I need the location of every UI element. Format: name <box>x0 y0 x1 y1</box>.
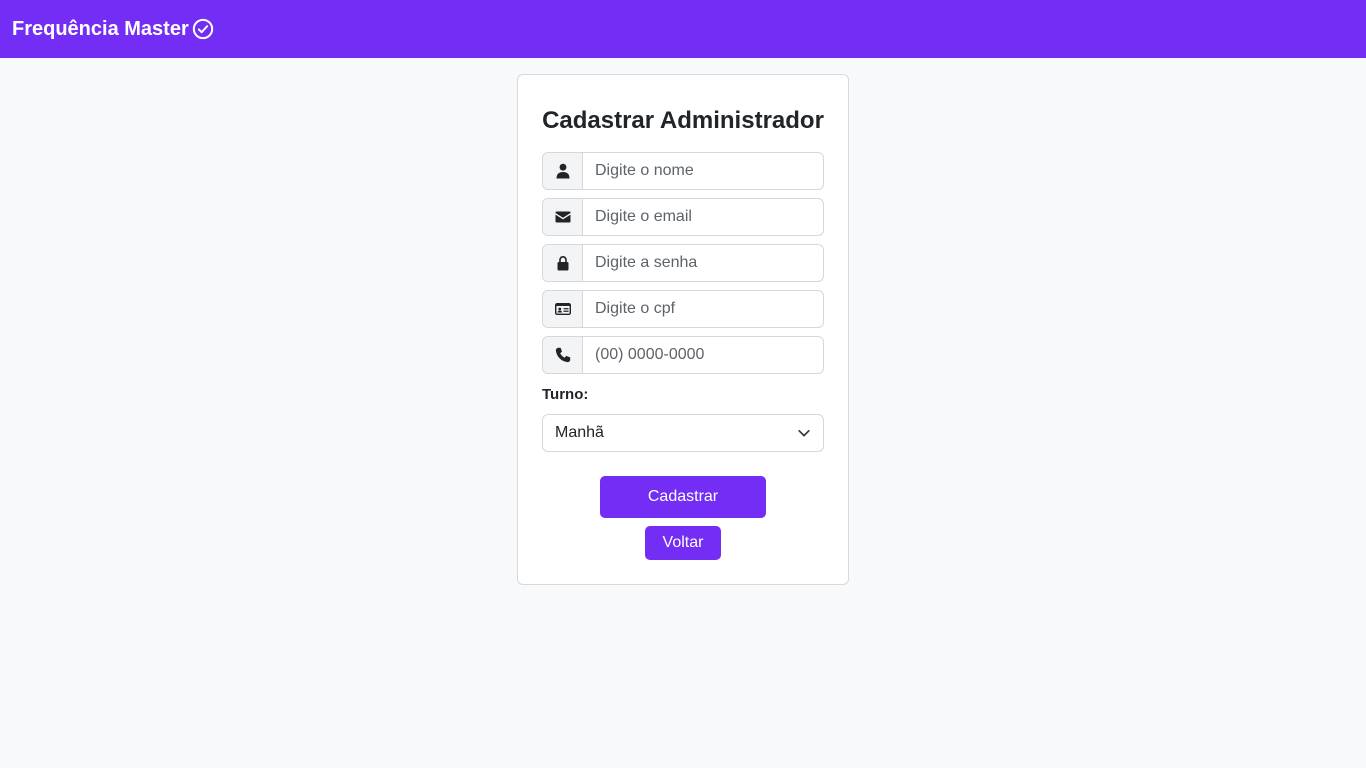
back-button[interactable]: Voltar <box>645 526 721 560</box>
lock-icon <box>543 245 583 281</box>
chevron-down-icon <box>798 429 810 437</box>
envelope-icon <box>543 199 583 235</box>
cpf-input[interactable] <box>583 291 823 327</box>
phone-icon <box>543 337 583 373</box>
brand-name: Frequência Master <box>12 17 189 40</box>
password-input-group <box>542 244 824 282</box>
cpf-input-group <box>542 290 824 328</box>
password-input[interactable] <box>583 245 823 281</box>
turno-select[interactable]: Manhã <box>542 414 824 452</box>
brand-link[interactable]: Frequência Master <box>12 18 214 41</box>
email-input-group <box>542 198 824 236</box>
id-card-icon <box>543 291 583 327</box>
phone-input[interactable] <box>583 337 823 373</box>
name-input[interactable] <box>583 153 823 189</box>
turno-label: Turno: <box>542 386 589 403</box>
turno-selected-value: Manhã <box>555 424 604 441</box>
email-input[interactable] <box>583 199 823 235</box>
phone-input-group <box>542 336 824 374</box>
form-title: Cadastrar Administrador <box>542 107 824 134</box>
user-icon <box>543 153 583 189</box>
navbar: Frequência Master <box>0 0 1366 58</box>
register-admin-card: Cadastrar Administrador Digite o nome Di… <box>517 74 849 585</box>
check-circle-icon <box>192 18 214 40</box>
name-input-group <box>542 152 824 190</box>
register-button[interactable]: Cadastrar <box>600 476 766 518</box>
